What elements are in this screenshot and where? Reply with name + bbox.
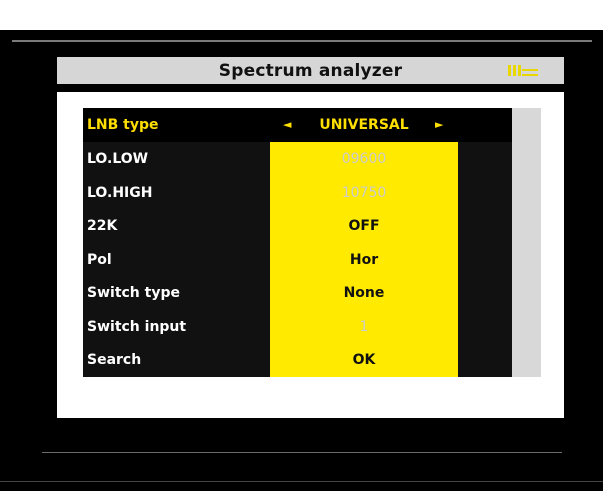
menu-row-search[interactable]: Search OK <box>83 343 512 377</box>
settings-menu: LNB type ◄ UNIVERSAL ► LO.LOW 09600 LO.H… <box>83 108 512 377</box>
signal-strength-icon <box>508 65 538 76</box>
row-value: Hor <box>349 252 379 268</box>
menu-row-lo-low[interactable]: LO.LOW 09600 <box>83 142 512 176</box>
title-bar: Spectrum analyzer <box>57 57 564 84</box>
row-value: UNIVERSAL <box>319 117 409 133</box>
menu-row-22k[interactable]: 22K OFF <box>83 209 512 243</box>
row-label: LO.HIGH <box>87 185 153 201</box>
row-value: OK <box>352 352 376 368</box>
row-label: Pol <box>87 252 112 268</box>
row-value: OFF <box>348 218 380 234</box>
row-value: 10750 <box>341 185 387 201</box>
menu-row-switch-type[interactable]: Switch type None <box>83 276 512 310</box>
row-value: 09600 <box>341 151 387 167</box>
bottom-divider-2 <box>0 481 603 482</box>
menu-row-switch-input[interactable]: Switch input 1 <box>83 310 512 344</box>
menu-panel: LNB type ◄ UNIVERSAL ► LO.LOW 09600 LO.H… <box>57 92 564 418</box>
row-label: LO.LOW <box>87 151 149 167</box>
row-label: Search <box>87 352 142 368</box>
page-title: Spectrum analyzer <box>218 60 403 81</box>
menu-row-lo-high[interactable]: LO.HIGH 10750 <box>83 176 512 210</box>
menu-row-lnb-type[interactable]: LNB type ◄ UNIVERSAL ► <box>83 108 512 142</box>
row-label: 22K <box>87 218 118 234</box>
row-value: 1 <box>359 319 369 335</box>
right-panel <box>512 108 541 377</box>
menu-row-pol[interactable]: Pol Hor <box>83 243 512 277</box>
row-value: None <box>343 285 385 301</box>
row-label: LNB type <box>87 117 159 133</box>
row-label: Switch type <box>87 285 180 301</box>
top-divider <box>12 40 592 42</box>
top-border <box>0 0 603 30</box>
right-arrow-icon[interactable]: ► <box>435 108 443 142</box>
row-label: Switch input <box>87 319 187 335</box>
bottom-divider <box>42 452 562 453</box>
